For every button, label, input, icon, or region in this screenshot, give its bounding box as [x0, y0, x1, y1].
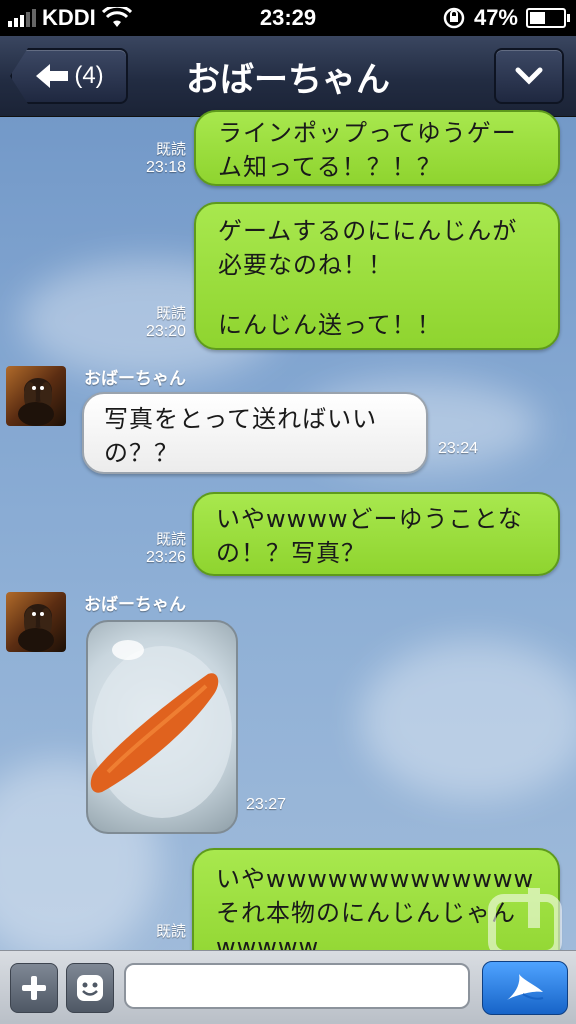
message-time: 23:18 — [145, 159, 186, 176]
sender-name: おばーちゃん — [84, 369, 186, 389]
battery-fill — [530, 12, 546, 24]
read-label: 既読 — [155, 530, 186, 548]
received-message-bubble[interactable]: 写真をとって送ればいい の？？ — [82, 392, 428, 474]
background-cloud — [360, 640, 576, 800]
message-line: 必要なのね！！ — [218, 251, 393, 279]
dog-photo-icon — [18, 604, 54, 652]
read-label: 既読 — [155, 304, 186, 322]
chat-header: (4) おばーちゃん — [0, 36, 576, 117]
message-time: 23:27 — [246, 796, 287, 813]
read-receipt: 既読 23:20 — [130, 302, 186, 341]
send-button[interactable] — [482, 961, 568, 1015]
read-label: 既読 — [155, 922, 186, 940]
emoji-icon — [77, 975, 103, 1001]
message-line: の？？ — [104, 439, 179, 467]
message-line: の！？写真？ — [216, 539, 366, 567]
read-receipt: 既読 — [130, 920, 186, 941]
input-bar — [0, 950, 576, 1024]
message-line: 写真をとって送ればいい — [104, 405, 378, 433]
message-line: にんじん送って！！ — [218, 311, 442, 339]
message-time: 23:26 — [145, 549, 186, 566]
chevron-down-icon — [515, 67, 543, 85]
battery-icon — [526, 8, 570, 28]
dog-photo-icon — [18, 378, 54, 426]
send-icon — [507, 974, 544, 1000]
read-receipt: 既読 23:26 — [130, 528, 186, 567]
emoji-button[interactable] — [66, 963, 114, 1013]
status-bar: KDDI 23:29 47% — [0, 0, 576, 36]
message-line: ラインポップってゆうゲー — [218, 119, 517, 147]
chat-screen: KDDI 23:29 47% (4) おばーちゃん 既読 23:18 ラインポッ… — [0, 0, 576, 1024]
read-label: 既読 — [155, 140, 186, 158]
sent-message-bubble[interactable]: ゲームするのににんじんが 必要なのね！！ にんじん送って！！ — [194, 202, 560, 350]
carrot-photo-message[interactable] — [86, 620, 238, 834]
attach-plus-button[interactable] — [10, 963, 58, 1013]
message-time: 23:24 — [438, 440, 479, 457]
sent-message-bubble[interactable]: いやwwwwどーゆうことな の！？写真？ — [192, 492, 560, 576]
avatar[interactable] — [6, 366, 66, 426]
message-line: ゲームするのににんじんが — [218, 217, 518, 245]
rotation-lock-icon — [443, 7, 465, 29]
message-line: ム知ってる！？！？ — [218, 153, 442, 181]
chat-title: おばーちゃん — [186, 60, 390, 100]
carrot-photo — [90, 640, 232, 818]
avatar[interactable] — [6, 592, 66, 652]
sender-name: おばーちゃん — [84, 595, 186, 615]
message-input[interactable] — [124, 963, 470, 1009]
read-receipt: 既読 23:18 — [130, 138, 186, 177]
message-line: いやwwwwどーゆうことな — [216, 505, 523, 533]
plus-icon — [22, 976, 46, 1000]
sent-message-bubble[interactable]: ラインポップってゆうゲー ム知ってる！？！？ — [194, 110, 560, 186]
battery-percent: 47% — [473, 5, 518, 30]
message-time: 23:20 — [145, 323, 186, 340]
menu-dropdown-button[interactable] — [494, 48, 564, 104]
